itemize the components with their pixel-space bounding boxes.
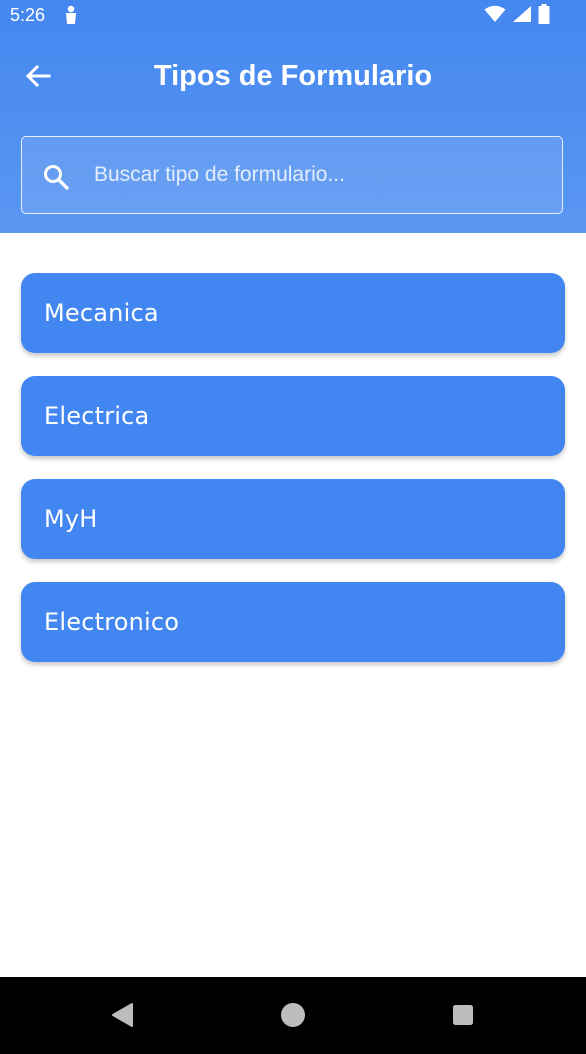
screen: 5:26 Tipos de Formulario Buscar tipo de … [0, 0, 586, 1054]
nav-recents-button[interactable] [443, 997, 483, 1037]
status-icons [484, 3, 550, 29]
form-type-list: Mecanica Electrica MyH Electronico [21, 273, 565, 685]
status-bar: 5:26 [0, 0, 586, 32]
nav-recents-icon [452, 1004, 474, 1031]
status-time: 5:26 [10, 5, 46, 25]
form-type-item-myh[interactable]: MyH [21, 479, 565, 559]
search-field[interactable] [21, 136, 563, 214]
form-type-label: Mecanica [44, 299, 159, 327]
nav-back-button[interactable] [103, 997, 143, 1037]
form-type-label: MyH [44, 505, 98, 533]
form-type-label: Electrica [44, 402, 150, 430]
form-type-item-mecanica[interactable]: Mecanica [21, 273, 565, 353]
wifi-icon [484, 5, 506, 28]
form-type-item-electronico[interactable]: Electronico [21, 582, 565, 662]
notification-icon [64, 5, 78, 25]
search-input[interactable] [94, 137, 544, 213]
page-title: Tipos de Formulario [153, 60, 433, 92]
nav-home-button[interactable] [273, 997, 313, 1037]
nav-back-icon [110, 1002, 136, 1033]
nav-home-icon [280, 1002, 306, 1033]
app-bar: Tipos de Formulario [0, 44, 586, 114]
form-type-item-electrica[interactable]: Electrica [21, 376, 565, 456]
signal-icon [512, 5, 532, 28]
form-type-label: Electronico [44, 608, 180, 636]
search-icon [42, 163, 70, 191]
system-nav-bar [0, 977, 586, 1054]
battery-icon [538, 3, 550, 29]
header: 5:26 Tipos de Formulario Buscar tipo de … [0, 0, 586, 233]
